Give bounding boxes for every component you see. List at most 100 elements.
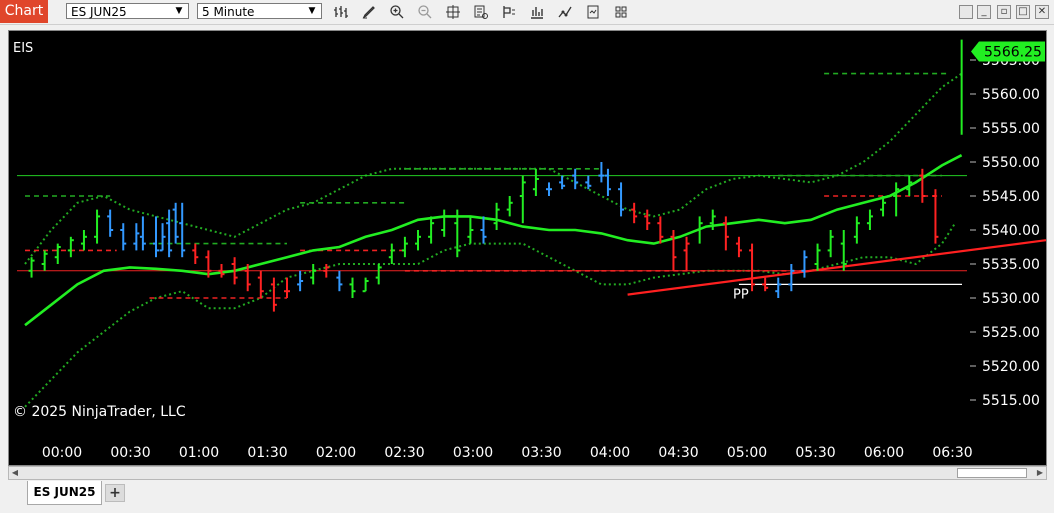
x-tick-label: 01:30 (247, 445, 287, 461)
chart-panel[interactable]: 5515.00 5520.00 5525.00 5530.00 5535.00 5540.… (8, 30, 1047, 466)
ohlc-bar (172, 202, 179, 244)
y-tick-label: 5535.00 (982, 257, 1040, 273)
ohlc-bar (853, 216, 860, 244)
ohlc-bar (893, 182, 900, 217)
ohlc-bar (153, 216, 159, 258)
ohlc-bar (827, 230, 834, 258)
ohlc-bar (388, 243, 395, 264)
window-restore-button[interactable]: ▫ (997, 5, 1011, 19)
ohlc-bar (441, 209, 448, 237)
x-tick-label: 04:00 (590, 445, 630, 461)
ohlc-bar (618, 182, 625, 217)
chart-horizontal-scrollbar[interactable]: ◀ ▶ (8, 466, 1047, 480)
ohlc-bar (559, 175, 566, 190)
y-tick-label: 5515.00 (982, 393, 1040, 409)
properties-icon[interactable] (500, 3, 518, 21)
ohlc-bar (415, 230, 421, 251)
chart-toolbar: Chart ES JUN25 ▼ 5 Minute ▼ _ ▫ □ ✕ (0, 0, 1054, 25)
ohlc-bar (139, 216, 146, 251)
grid-icon[interactable] (612, 3, 630, 21)
zoom-out-icon[interactable] (416, 3, 434, 21)
window-minimize-button[interactable]: _ (977, 5, 991, 19)
draw-pencil-icon[interactable] (360, 3, 378, 21)
panel-minimize-button[interactable] (959, 5, 973, 19)
indicators-icon[interactable] (528, 3, 546, 21)
scrollbar-thumb[interactable] (957, 468, 1027, 478)
y-tick-label: 5525.00 (982, 325, 1040, 341)
zoom-in-icon[interactable] (388, 3, 406, 21)
add-tab-button[interactable]: + (105, 484, 125, 502)
scroll-left-icon[interactable]: ◀ (9, 467, 21, 479)
ohlc-bar (120, 223, 127, 251)
x-tick-label: 00:30 (110, 445, 150, 461)
data-box-icon[interactable] (472, 3, 490, 21)
x-tick-label: 05:00 (727, 445, 767, 461)
last-price-label: 5566.25 (984, 45, 1042, 61)
x-tick-label: 00:00 (42, 445, 82, 461)
x-tick-label: 04:30 (658, 445, 698, 461)
price-chart[interactable]: 5515.00 5520.00 5525.00 5530.00 5535.00 5540.… (9, 31, 1047, 465)
ohlc-bar (362, 277, 369, 293)
y-tick-label: 5520.00 (982, 359, 1040, 375)
ohlc-bar (480, 216, 487, 244)
y-tick-label: 5555.00 (982, 121, 1040, 137)
chart-tab-strip: ES JUN25 + (0, 480, 1054, 513)
chevron-down-icon: ▼ (175, 6, 183, 16)
ohlc-bar (192, 243, 199, 264)
ohlc-bar (284, 277, 290, 298)
bar-type-icon[interactable] (332, 3, 350, 21)
ohlc-bar (179, 202, 186, 258)
ohlc-bar (932, 189, 939, 244)
strategies-icon[interactable] (556, 3, 574, 21)
window-close-button[interactable]: ✕ (1035, 5, 1049, 19)
ohlc-bar (670, 230, 677, 271)
ohlc-bar (866, 209, 873, 230)
x-tick-label: 01:00 (179, 445, 219, 461)
y-tick-label: 5550.00 (982, 155, 1040, 171)
ohlc-bar (735, 236, 742, 258)
ohlc-bar (80, 230, 87, 251)
ohlc-bar (270, 277, 277, 312)
interval-value: 5 Minute (202, 5, 255, 19)
x-tick-label: 05:30 (795, 445, 835, 461)
tab-es-jun25[interactable]: ES JUN25 (27, 481, 102, 505)
instrument-value: ES JUN25 (71, 5, 127, 19)
ohlc-bar (919, 168, 926, 203)
x-tick-label: 03:00 (453, 445, 493, 461)
x-tick-label: 03:30 (521, 445, 561, 461)
ohlc-bar (428, 216, 435, 244)
ohlc-bar (310, 264, 317, 285)
interval-selector[interactable]: 5 Minute ▼ (197, 3, 322, 19)
ohlc-bar (375, 264, 382, 285)
templates-icon[interactable] (584, 3, 602, 21)
x-tick-label: 02:00 (316, 445, 356, 461)
crosshair-icon[interactable] (444, 3, 462, 21)
ohlc-bar (644, 209, 651, 230)
ohlc-bar (401, 236, 408, 258)
ohlc-bar (467, 216, 474, 244)
ohlc-bar (54, 243, 61, 264)
chevron-down-icon: ▼ (308, 6, 316, 16)
ohlc-bar (493, 202, 500, 230)
ohlc-bar (801, 250, 808, 278)
moving-average-line (24, 154, 963, 327)
instrument-selector[interactable]: ES JUN25 ▼ (66, 3, 189, 19)
ohlc-bar (814, 243, 821, 271)
ohlc-bar (519, 175, 526, 224)
x-tick-label: 02:30 (384, 445, 424, 461)
ohlc-bar (94, 209, 101, 244)
window-maximize-button[interactable]: □ (1016, 5, 1030, 19)
ohlc-bar (683, 236, 690, 271)
ohlc-bar (532, 168, 539, 196)
ohlc-bar (722, 216, 729, 251)
last-price-marker: 5566.25 (971, 41, 1045, 62)
ohlc-bar (133, 223, 140, 251)
ohlc-bar (166, 209, 173, 258)
x-tick-label: 06:00 (864, 445, 904, 461)
scroll-right-icon[interactable]: ▶ (1034, 467, 1046, 479)
ohlc-bar (546, 182, 552, 196)
y-tick-label: 5540.00 (982, 223, 1040, 239)
app-title[interactable]: Chart (0, 0, 48, 23)
ohlc-bar (775, 277, 782, 298)
ohlc-bar (604, 168, 611, 196)
